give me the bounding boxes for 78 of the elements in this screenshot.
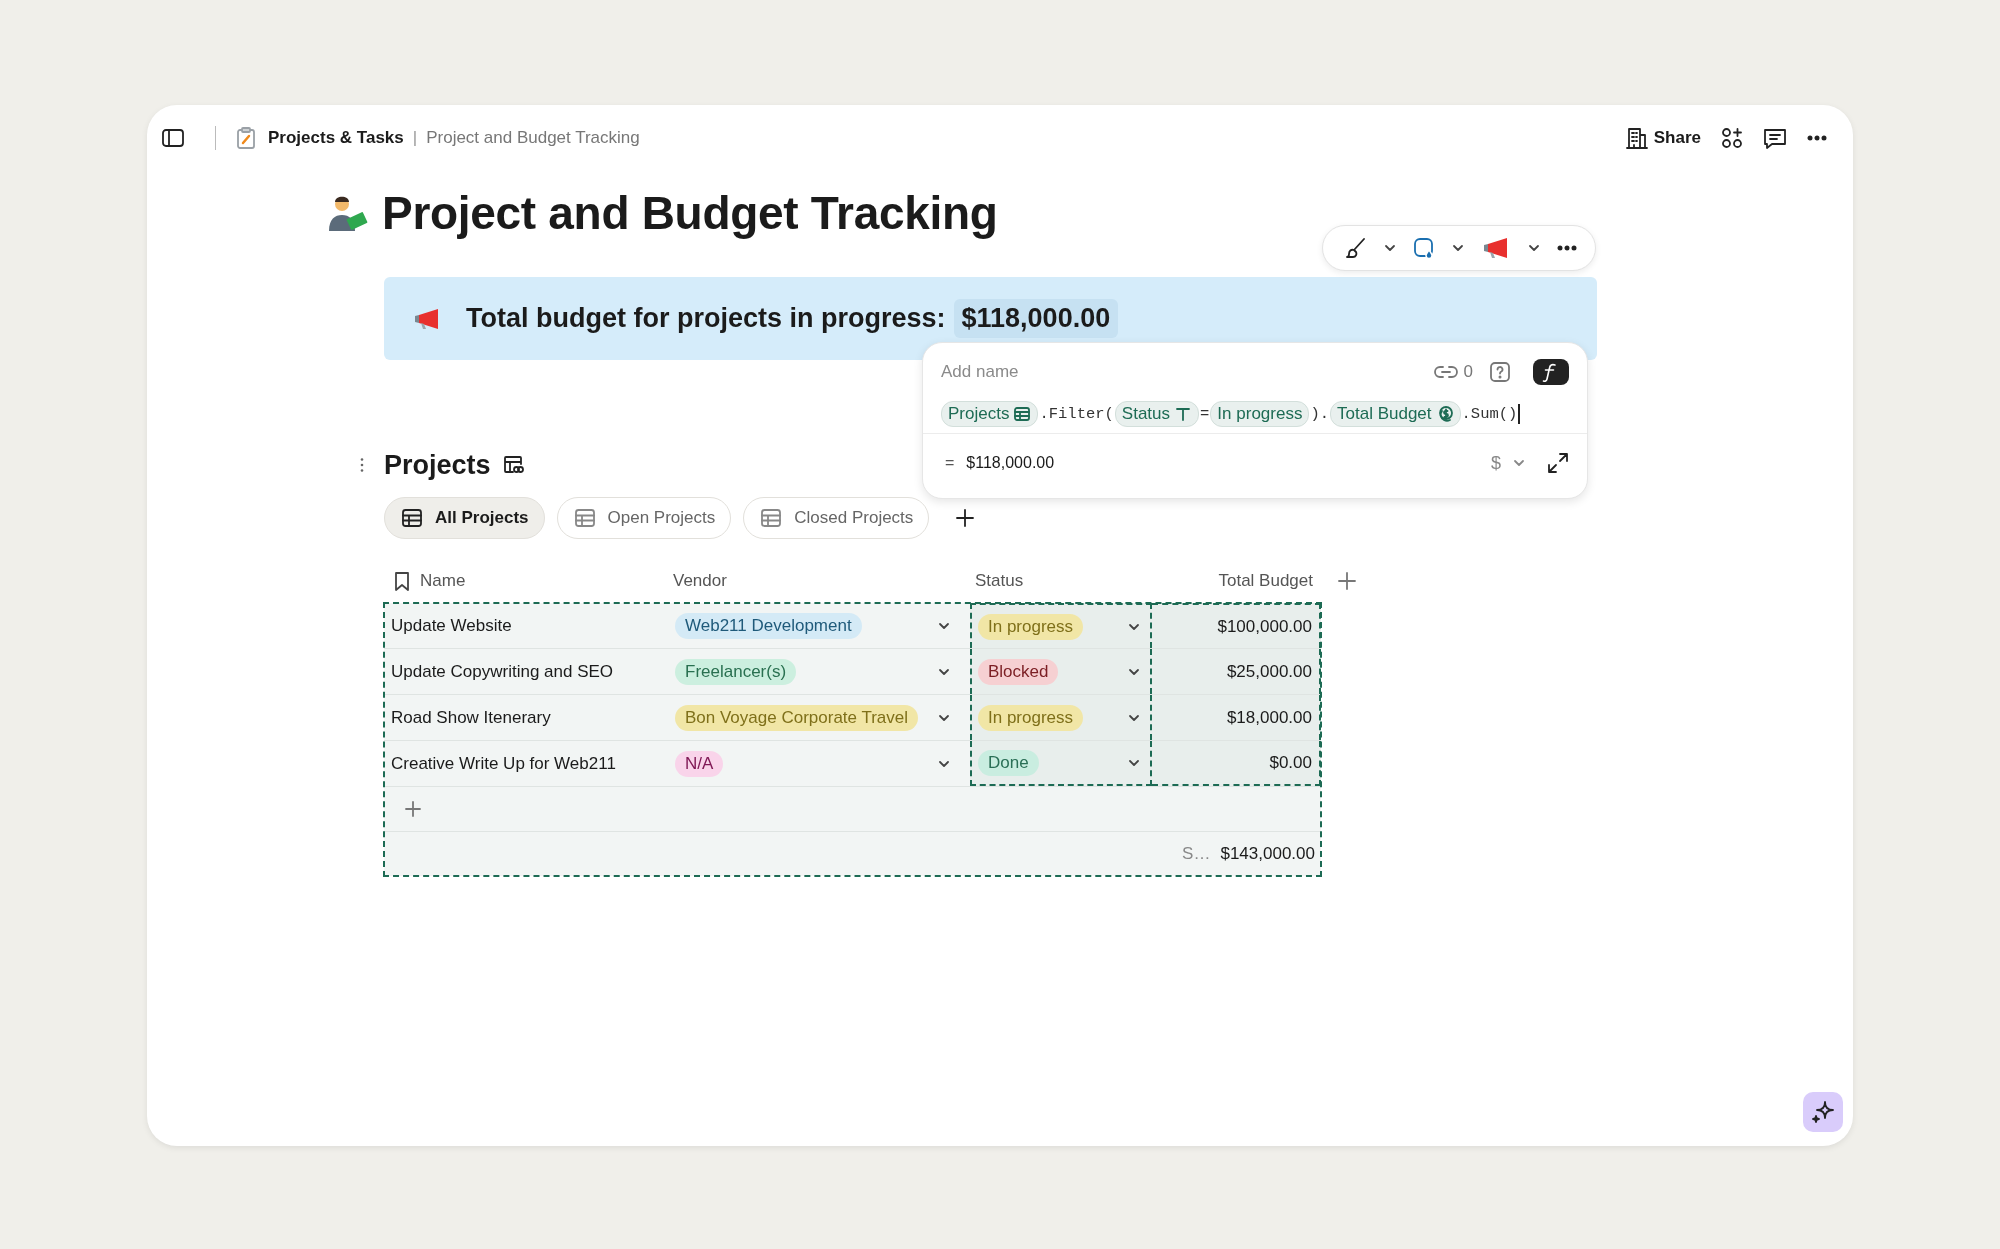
formula-code: .Filter(: [1039, 404, 1114, 423]
more-icon[interactable]: [1557, 245, 1577, 251]
share-button[interactable]: Share: [1625, 127, 1701, 149]
sidebar-toggle-icon[interactable]: [161, 128, 185, 148]
formula-token: Total Budget: [1330, 400, 1461, 427]
select-cell[interactable]: Blocked: [970, 649, 1152, 694]
page-title: Project and Budget Tracking: [382, 186, 998, 240]
add-widget-icon[interactable]: [1721, 127, 1743, 149]
link-icon[interactable]: [1433, 364, 1458, 380]
link-count: 0: [1463, 362, 1473, 382]
table-icon: [401, 507, 423, 529]
linked-table-icon[interactable]: [502, 455, 525, 475]
view-tab[interactable]: Open Projects: [556, 497, 732, 539]
select-cell[interactable]: N/A: [665, 741, 970, 786]
sparkle-icon: [1810, 1099, 1836, 1125]
formula-token: Status: [1114, 400, 1200, 427]
ai-assistant-button[interactable]: [1803, 1092, 1843, 1132]
add-row-icon[interactable]: [404, 800, 422, 818]
vendor-tag: Freelancer(s): [675, 658, 797, 685]
add-view-icon[interactable]: [955, 508, 976, 528]
formula-code: .Sum(): [1461, 404, 1518, 423]
table-icon: [573, 507, 596, 529]
table-cell: $25,000.00: [1152, 649, 1321, 694]
more-icon[interactable]: [1807, 135, 1827, 141]
formula-editor[interactable]: Projects .Filter( Status = In progress ). Total Budget .Sum(): [923, 394, 1587, 434]
clipboard-icon: [236, 127, 256, 149]
equals-sign: =: [945, 454, 955, 472]
table-cell-text: Creative Write Up for Web211: [390, 752, 617, 775]
column-header[interactable]: Status: [975, 571, 1024, 591]
table-cell-text: Road Show Itenerary: [390, 706, 552, 729]
column-header[interactable]: Vendor: [673, 571, 727, 591]
vendor-tag: Web211 Development: [675, 612, 862, 639]
table-cell-text: Update Website: [390, 614, 513, 637]
breadcrumb-current: Project and Budget Tracking: [426, 128, 640, 148]
status-tag: In progress: [978, 704, 1084, 731]
vendor-tag: Bon Voyage Corporate Travel: [675, 704, 919, 731]
fill-color-icon[interactable]: [1413, 237, 1435, 259]
add-column-icon[interactable]: [1337, 571, 1357, 591]
select-cell[interactable]: Bon Voyage Corporate Travel: [665, 695, 970, 740]
bookmark-icon: [394, 571, 410, 591]
table-icon: [1013, 404, 1032, 423]
table-cell-text: Update Copywriting and SEO: [390, 660, 615, 683]
select-cell[interactable]: Freelancer(s): [665, 649, 970, 694]
expand-icon[interactable]: [1547, 452, 1569, 474]
view-tab[interactable]: All Projects: [384, 497, 545, 539]
select-cell[interactable]: In progress: [970, 695, 1152, 740]
formula-icon[interactable]: [1533, 359, 1569, 385]
table-cell: $100,000.00: [1152, 603, 1321, 648]
brush-icon[interactable]: [1345, 237, 1367, 259]
format-dropdown[interactable]: $: [1491, 452, 1527, 474]
select-cell[interactable]: In progress: [970, 603, 1152, 648]
view-tab[interactable]: Closed Projects: [743, 497, 930, 539]
formula-result: $118,000.00: [966, 454, 1056, 472]
building-icon: [1625, 127, 1648, 149]
status-tag: In progress: [978, 613, 1084, 640]
formula-token: Projects: [941, 400, 1039, 427]
select-cell[interactable]: Done: [970, 741, 1152, 786]
formula-value[interactable]: $118,000.00: [953, 299, 1119, 338]
vendor-tag: N/A: [675, 750, 724, 777]
select-cell[interactable]: Web211 Development: [665, 603, 970, 648]
column-header[interactable]: Name: [420, 571, 466, 591]
callout-text: Total budget for projects in progress:: [466, 303, 946, 334]
drag-handle-icon[interactable]: [359, 457, 365, 473]
formula-code: =: [1200, 404, 1210, 423]
help-icon[interactable]: [1489, 361, 1511, 383]
breadcrumb-link[interactable]: Projects & Tasks: [268, 128, 404, 148]
status-tag: Done: [978, 749, 1039, 776]
formula-token: In progress: [1210, 400, 1310, 427]
summary-value: $143,000.00: [1220, 844, 1315, 864]
table-cell: $18,000.00: [1152, 695, 1321, 740]
comment-icon[interactable]: [1763, 127, 1787, 149]
status-tag: Blocked: [978, 658, 1059, 685]
table-cell: $0.00: [1152, 741, 1321, 786]
breadcrumb-separator: |: [412, 128, 418, 148]
table-icon: [760, 507, 783, 529]
formula-code: ).: [1310, 404, 1329, 423]
section-title: Projects: [384, 449, 491, 481]
column-header[interactable]: Total Budget: [1218, 571, 1313, 591]
